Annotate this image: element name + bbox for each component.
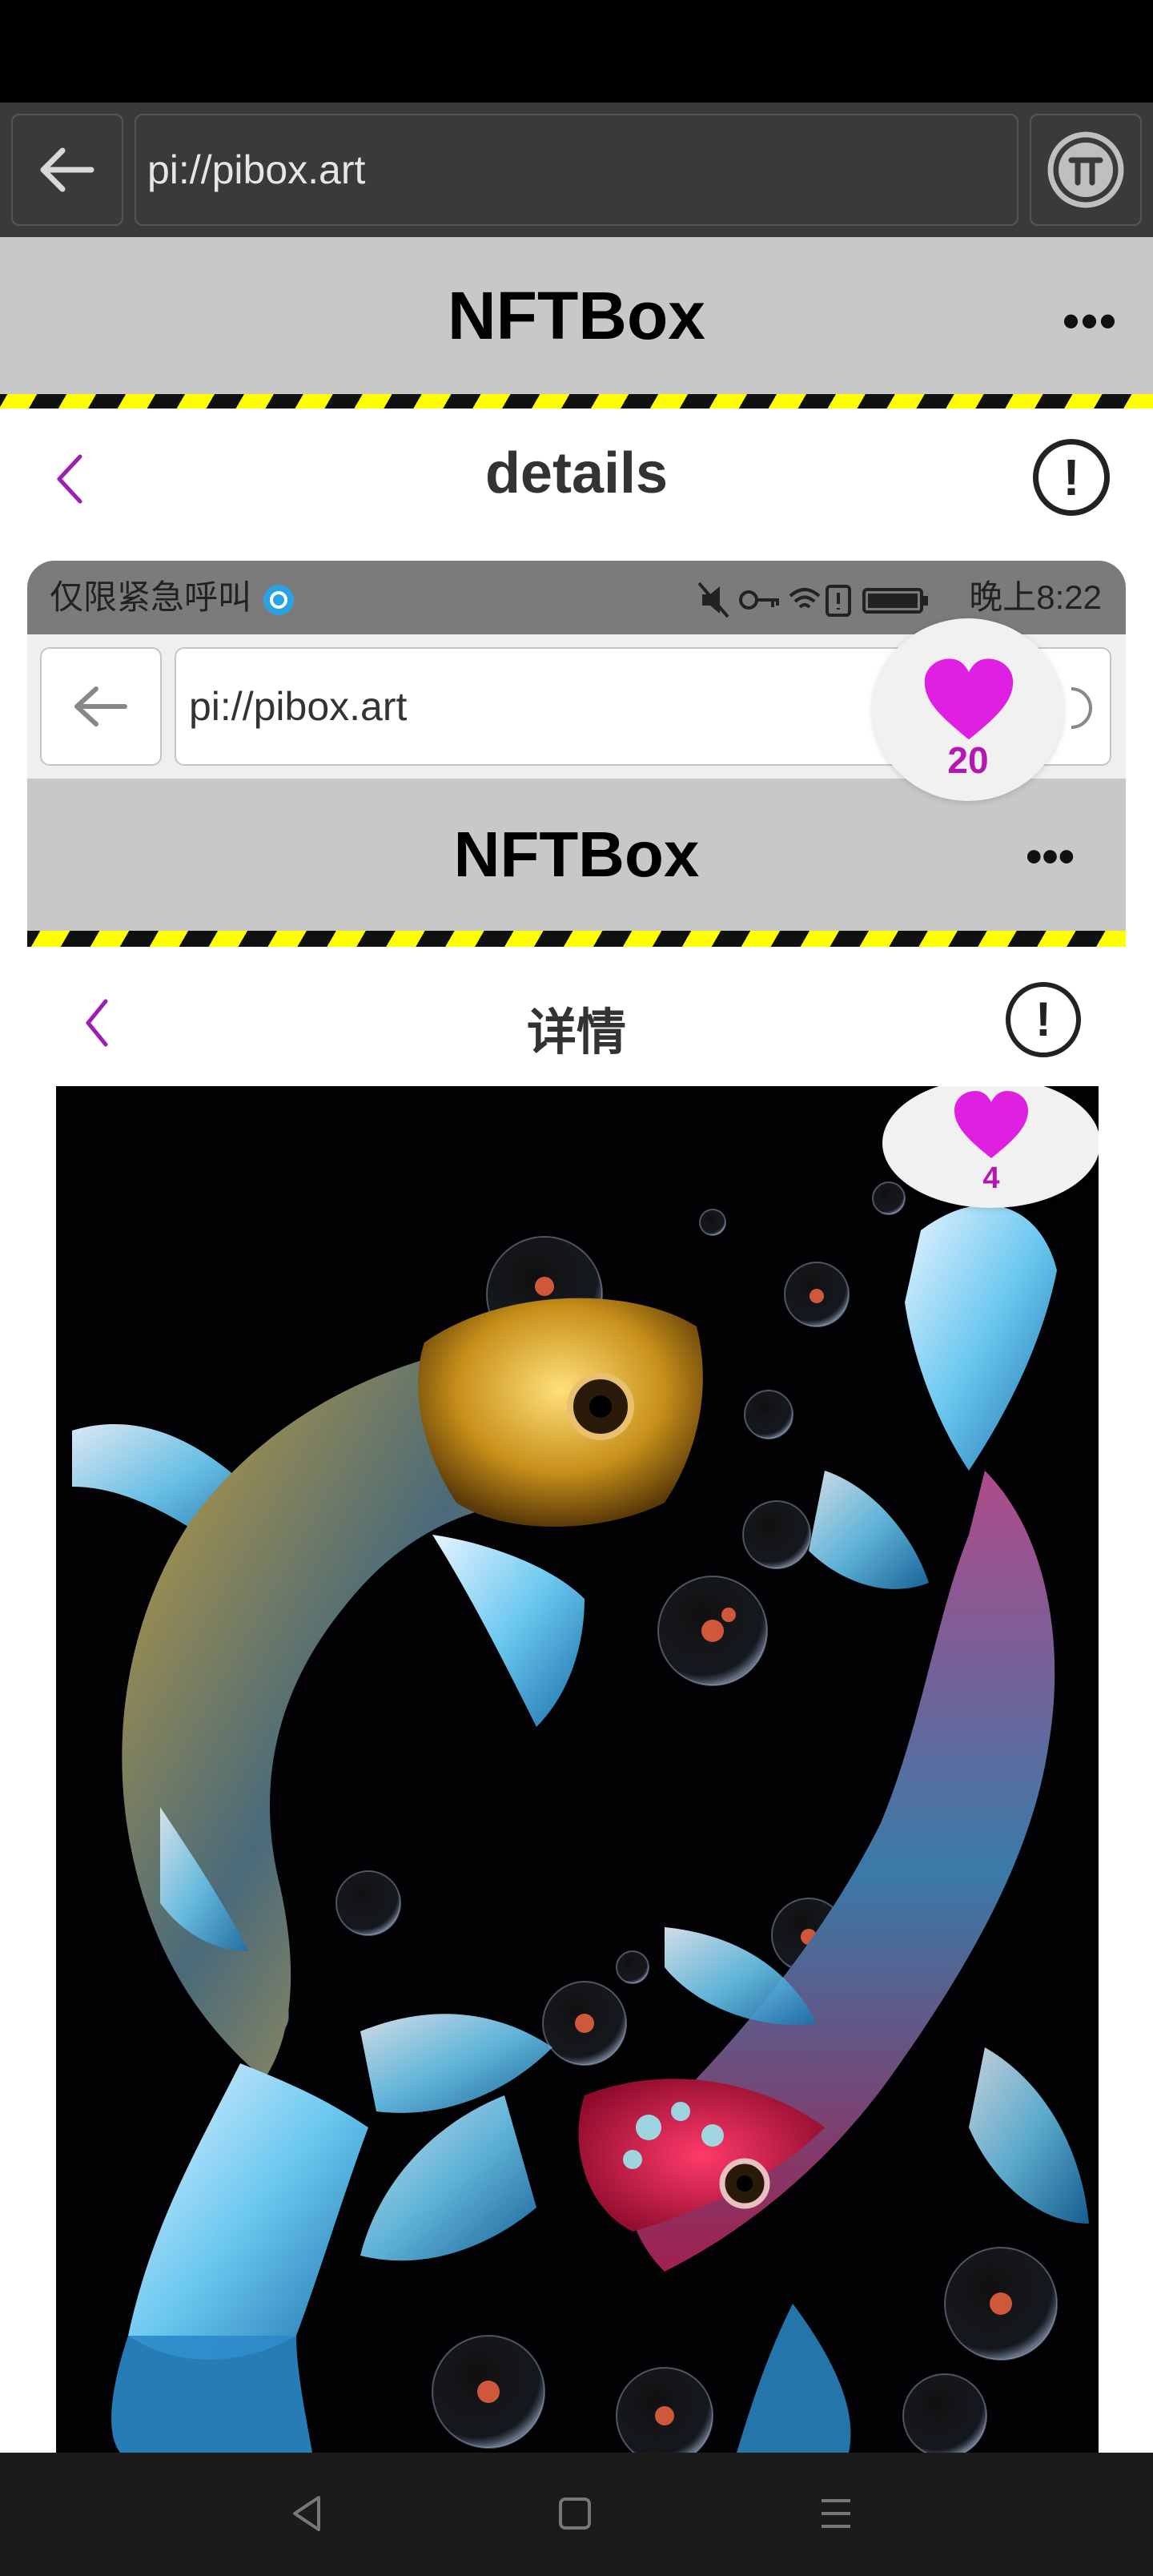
hazard-stripe bbox=[0, 394, 1153, 409]
assistant-icon bbox=[263, 584, 294, 615]
inner-info-icon: ! bbox=[1035, 992, 1051, 1046]
page-title: details bbox=[484, 441, 669, 505]
heart-icon bbox=[924, 658, 1014, 740]
nft-image-screenshot: 仅限紧急呼叫 晚上8:22 pi://pibox.art NFTBox ••• … bbox=[27, 561, 1126, 2453]
nft-artwork[interactable]: 4 bbox=[56, 1086, 1099, 2453]
status-bar bbox=[0, 0, 1153, 103]
status-icons bbox=[697, 582, 928, 618]
inner-status-right: 晚上8:22 bbox=[696, 561, 1102, 634]
inner-app-header: NFTBox ••• bbox=[27, 779, 1126, 931]
koi-fish-artwork bbox=[56, 1086, 1099, 2453]
inner-like-badge: 4 bbox=[882, 1086, 1099, 1208]
details-page: details ! 仅限紧急呼叫 晚上8:22 pi://pibox.art N… bbox=[0, 409, 1153, 2453]
url-text: pi://pibox.art bbox=[147, 147, 366, 192]
report-info-button[interactable]: ! bbox=[1033, 439, 1110, 516]
inner-info-button: ! bbox=[1006, 982, 1081, 1057]
inner-status-carrier: 仅限紧急呼叫 bbox=[50, 561, 296, 634]
inner-page-title: 详情 bbox=[526, 1005, 626, 1061]
nav-home-icon[interactable] bbox=[552, 2491, 597, 2536]
inner-status-time: 晚上8:22 bbox=[969, 578, 1102, 616]
arrow-left-icon bbox=[40, 147, 94, 192]
pi-button[interactable] bbox=[1030, 114, 1142, 226]
inner-like-count: 4 bbox=[982, 1161, 1000, 1195]
system-nav-bar bbox=[0, 2453, 1153, 2576]
like-button[interactable]: 20 bbox=[873, 618, 1063, 801]
more-menu-button[interactable]: ••• bbox=[1063, 293, 1118, 348]
nav-menu-icon[interactable] bbox=[814, 2491, 858, 2536]
app-header: NFTBox ••• bbox=[0, 237, 1153, 394]
arrow-left-icon bbox=[74, 686, 127, 727]
heart-icon bbox=[954, 1091, 1028, 1158]
inner-app-title: NFTBox bbox=[453, 819, 700, 890]
info-icon: ! bbox=[1063, 449, 1080, 506]
app-title: NFTBox bbox=[448, 278, 705, 353]
browser-back-button[interactable] bbox=[11, 114, 123, 226]
url-field[interactable]: pi://pibox.art bbox=[135, 114, 1018, 226]
inner-more-menu: ••• bbox=[1026, 831, 1075, 883]
circle-edge-icon bbox=[1071, 687, 1092, 729]
nav-back-icon[interactable] bbox=[285, 2491, 330, 2536]
inner-hazard-stripe bbox=[27, 931, 1126, 947]
like-count: 20 bbox=[947, 739, 989, 781]
inner-back-button bbox=[40, 647, 162, 766]
inner-url-text: pi://pibox.art bbox=[189, 684, 408, 729]
pi-network-icon bbox=[1047, 131, 1124, 208]
